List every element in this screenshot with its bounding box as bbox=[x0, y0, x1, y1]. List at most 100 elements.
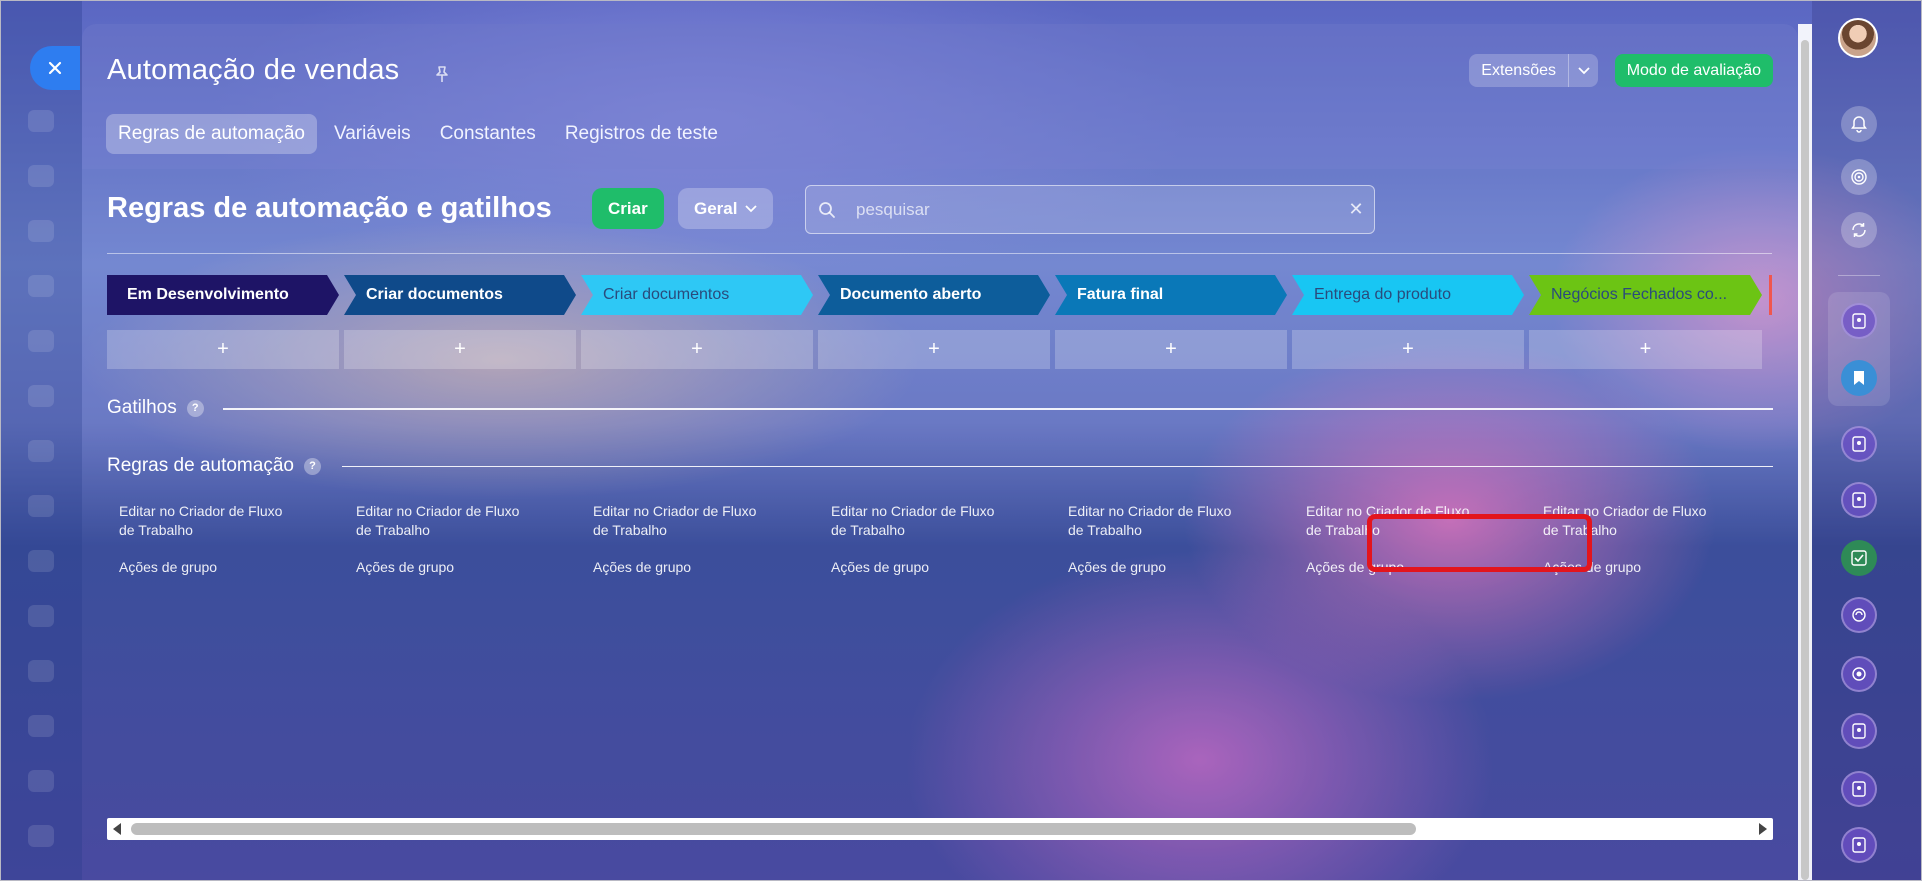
add-rule-button[interactable]: + bbox=[107, 330, 339, 369]
stage-create-documents-1[interactable]: Criar documentos bbox=[344, 275, 576, 315]
group-actions-link[interactable]: Ações de grupo bbox=[593, 558, 773, 577]
vertical-scrollbar[interactable] bbox=[1798, 24, 1812, 881]
extensions-button[interactable]: Extensões bbox=[1469, 54, 1598, 87]
sidebar-item[interactable] bbox=[28, 550, 54, 572]
avatar[interactable] bbox=[1838, 18, 1878, 58]
page-title: Automação de vendas bbox=[107, 54, 400, 86]
add-rule-button[interactable]: + bbox=[344, 330, 576, 369]
add-rule-button[interactable]: + bbox=[1292, 330, 1524, 369]
bell-icon[interactable] bbox=[1841, 106, 1877, 142]
panel-header: Automação de vendas Extensões Modo de av… bbox=[82, 24, 1798, 169]
tab-variables[interactable]: Variáveis bbox=[322, 114, 423, 154]
close-button[interactable] bbox=[30, 46, 80, 90]
app-icon[interactable] bbox=[1841, 303, 1877, 339]
extensions-label: Extensões bbox=[1481, 61, 1556, 79]
help-icon[interactable]: ? bbox=[186, 399, 204, 417]
tab-automation-rules[interactable]: Regras de automação bbox=[106, 114, 317, 154]
stage-bar: Em Desenvolvimento Criar documentos Cria… bbox=[107, 275, 1772, 315]
sync-icon[interactable] bbox=[1841, 212, 1877, 248]
app-icon[interactable] bbox=[1841, 597, 1877, 633]
tab-constants[interactable]: Constantes bbox=[428, 114, 548, 154]
scroll-thumb[interactable] bbox=[131, 823, 1416, 835]
tab-test-records[interactable]: Registros de teste bbox=[553, 114, 730, 154]
left-sidebar bbox=[0, 0, 82, 881]
app-icon[interactable] bbox=[1841, 827, 1877, 863]
bookmark-icon[interactable] bbox=[1841, 360, 1877, 396]
sidebar-item[interactable] bbox=[28, 770, 54, 792]
group-actions-link[interactable]: Ações de grupo bbox=[831, 558, 1011, 577]
rules-label: Regras de automação bbox=[107, 455, 294, 476]
close-icon bbox=[48, 61, 62, 75]
group-actions-link[interactable]: Ações de grupo bbox=[1068, 558, 1248, 577]
sidebar-item[interactable] bbox=[28, 660, 54, 682]
chevron-down-icon bbox=[745, 204, 758, 212]
sidebar-item[interactable] bbox=[28, 495, 54, 517]
app-icon[interactable] bbox=[1841, 713, 1877, 749]
sidebar-item[interactable] bbox=[28, 110, 54, 132]
edit-in-workflow-designer-link[interactable]: Editar no Criador de Fluxo de Trabalho bbox=[831, 502, 1011, 540]
automation-panel: Automação de vendas Extensões Modo de av… bbox=[82, 24, 1798, 881]
edit-in-workflow-designer-link[interactable]: Editar no Criador de Fluxo de Trabalho bbox=[1068, 502, 1248, 540]
stage-edge-marker bbox=[1769, 275, 1772, 315]
stage-column-1: Editar no Criador de Fluxo de Trabalho A… bbox=[119, 502, 299, 577]
pin-icon[interactable] bbox=[432, 64, 452, 84]
help-icon[interactable]: ? bbox=[303, 457, 321, 475]
app-icon[interactable] bbox=[1841, 656, 1877, 692]
sidebar-item[interactable] bbox=[28, 825, 54, 847]
scroll-right-icon[interactable] bbox=[1759, 823, 1767, 835]
app-icon[interactable] bbox=[1841, 482, 1877, 518]
chevron-down-icon[interactable] bbox=[1568, 54, 1598, 87]
divider bbox=[107, 253, 1772, 254]
filter-dropdown[interactable]: Geral bbox=[678, 188, 774, 229]
sidebar-item[interactable] bbox=[28, 715, 54, 737]
stage-deals-closed[interactable]: Negócios Fechados co... bbox=[1529, 275, 1762, 315]
triggers-section: Gatilhos ? bbox=[107, 397, 204, 419]
scroll-left-icon[interactable] bbox=[113, 823, 121, 835]
group-actions-link[interactable]: Ações de grupo bbox=[356, 558, 536, 577]
edit-in-workflow-designer-link[interactable]: Editar no Criador de Fluxo de Trabalho bbox=[119, 502, 299, 540]
search-icon bbox=[806, 201, 848, 219]
stage-column-3: Editar no Criador de Fluxo de Trabalho A… bbox=[593, 502, 773, 577]
section-heading: Regras de automação e gatilhos bbox=[107, 192, 552, 224]
add-rule-button[interactable]: + bbox=[1055, 330, 1287, 369]
rail-divider bbox=[1838, 275, 1880, 276]
clear-icon[interactable]: ✕ bbox=[1338, 199, 1374, 220]
group-actions-link[interactable]: Ações de grupo bbox=[119, 558, 299, 577]
stage-document-opened[interactable]: Documento aberto bbox=[818, 275, 1050, 315]
sidebar-item[interactable] bbox=[28, 605, 54, 627]
vertical-scroll-thumb[interactable] bbox=[1801, 40, 1809, 880]
app-icon[interactable] bbox=[1841, 771, 1877, 807]
triggers-label: Gatilhos bbox=[107, 397, 177, 418]
search-input[interactable] bbox=[848, 186, 1338, 233]
stage-final-invoice[interactable]: Fatura final bbox=[1055, 275, 1287, 315]
tab-bar: Regras de automação Variáveis Constantes… bbox=[106, 114, 735, 154]
edit-in-workflow-designer-link[interactable]: Editar no Criador de Fluxo de Trabalho bbox=[593, 502, 773, 540]
sidebar-item[interactable] bbox=[28, 275, 54, 297]
add-rule-button[interactable]: + bbox=[1529, 330, 1762, 369]
filter-label: Geral bbox=[694, 198, 738, 218]
app-icon[interactable] bbox=[1841, 426, 1877, 462]
sidebar-item[interactable] bbox=[28, 220, 54, 242]
add-rule-button[interactable]: + bbox=[581, 330, 813, 369]
sidebar-item[interactable] bbox=[28, 165, 54, 187]
stage-product-delivery[interactable]: Entrega do produto bbox=[1292, 275, 1524, 315]
create-button[interactable]: Criar bbox=[592, 188, 664, 229]
stage-column-4: Editar no Criador de Fluxo de Trabalho A… bbox=[831, 502, 1011, 577]
stage-column-5: Editar no Criador de Fluxo de Trabalho A… bbox=[1068, 502, 1248, 577]
checklist-icon[interactable] bbox=[1841, 540, 1877, 576]
sidebar-item[interactable] bbox=[28, 440, 54, 462]
edit-in-workflow-designer-link[interactable]: Editar no Criador de Fluxo de Trabalho bbox=[356, 502, 536, 540]
sidebar-item[interactable] bbox=[28, 330, 54, 352]
rules-divider bbox=[342, 466, 1773, 467]
horizontal-scrollbar[interactable] bbox=[107, 818, 1773, 840]
target-icon[interactable] bbox=[1841, 159, 1877, 195]
evaluation-mode-button[interactable]: Modo de avaliação bbox=[1614, 54, 1773, 87]
add-rule-button[interactable]: + bbox=[818, 330, 1050, 369]
stage-in-development[interactable]: Em Desenvolvimento bbox=[107, 275, 339, 315]
stage-create-documents-2[interactable]: Criar documentos bbox=[581, 275, 813, 315]
triggers-divider bbox=[223, 408, 1773, 410]
stage-column-2: Editar no Criador de Fluxo de Trabalho A… bbox=[356, 502, 536, 577]
highlight-annotation bbox=[1367, 514, 1592, 572]
search-box: ✕ bbox=[805, 185, 1375, 234]
sidebar-item[interactable] bbox=[28, 385, 54, 407]
